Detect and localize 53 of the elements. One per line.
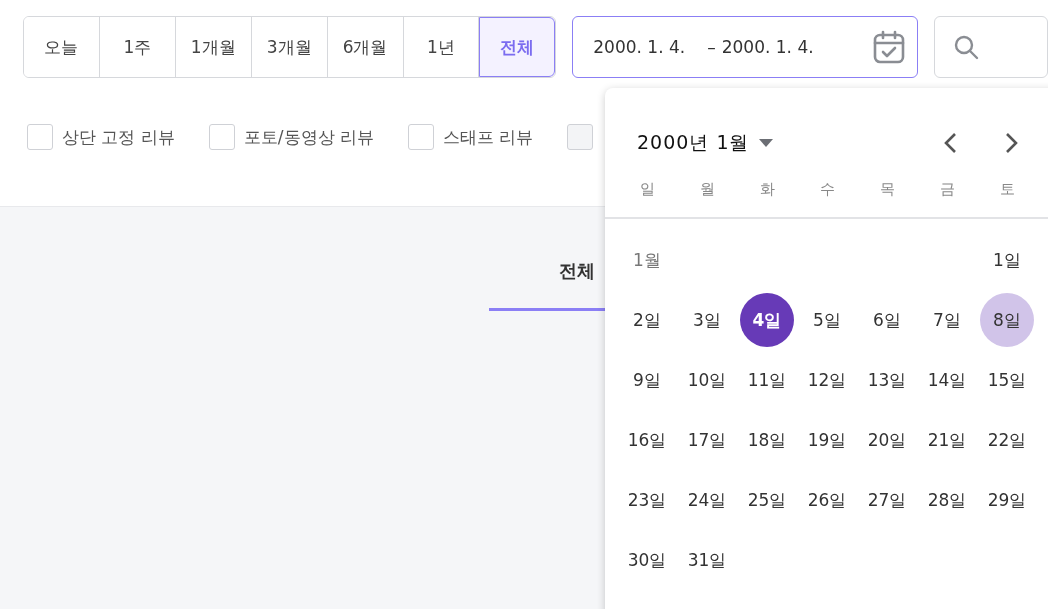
calendar-day[interactable]: 16일 [620,413,674,467]
date-range-field[interactable]: 2000. 1. 4. – 2000. 1. 4. [572,16,919,78]
weekday-label: 월 [698,179,716,200]
weekday-label: 목 [878,179,896,200]
checkbox[interactable] [208,124,235,150]
checkbox-label: 상단 고정 리뷰 [62,125,175,149]
checkbox-label: 스태프 리뷰 [442,125,534,149]
period-button[interactable]: 전체 [479,17,556,77]
calendar-day[interactable]: 27일 [860,473,914,527]
period-button[interactable]: 오늘 [24,17,100,77]
calendar-day[interactable]: 8일 [980,293,1034,347]
search-field[interactable] [934,16,1048,78]
next-month-icon[interactable] [1005,132,1020,154]
calendar-day[interactable]: 7일 [920,293,974,347]
calendar-day[interactable]: 30일 [620,533,674,587]
calendar-day[interactable]: 1일 [980,233,1034,287]
weekday-label: 토 [998,179,1016,200]
weekday-label: 화 [758,179,776,200]
calendar-day[interactable]: 13일 [860,353,914,407]
calendar-day[interactable]: 22일 [980,413,1034,467]
weekday-label: 금 [938,179,956,200]
calendar-day[interactable]: 6일 [860,293,914,347]
calendar-day[interactable]: 4일 [740,293,794,347]
calendar-day[interactable]: 10일 [680,353,734,407]
calendar-day[interactable]: 14일 [920,353,974,407]
calendar-day[interactable]: 12일 [800,353,854,407]
calendar-day[interactable]: 28일 [920,473,974,527]
calendar-day[interactable]: 17일 [680,413,734,467]
calendar-day[interactable]: 31일 [680,533,734,587]
calendar-day[interactable]: 26일 [800,473,854,527]
calendar-day[interactable]: 5일 [800,293,854,347]
calendar-day[interactable]: 3일 [680,293,734,347]
calendar-day[interactable]: 21일 [920,413,974,467]
checkbox[interactable] [27,124,53,150]
calendar-day[interactable]: 18일 [740,413,794,467]
caret-icon [759,139,774,147]
month-selector[interactable]: 2000년 1월 [637,130,774,156]
previous-month-icon[interactable] [943,132,958,154]
calendar-day[interactable]: 24일 [680,473,734,527]
weekday-label: 일 [638,179,656,200]
calendar-day[interactable]: 9일 [620,353,674,407]
calendar-day[interactable]: 11일 [740,353,794,407]
weekday-label: 수 [818,179,836,200]
calendar-day[interactable]: 15일 [980,353,1034,407]
calendar-day[interactable]: 20일 [860,413,914,467]
calendar-day[interactable]: 19일 [800,413,854,467]
checkbox-label: 포토/동영상 리뷰 [243,125,374,149]
calendar-icon[interactable] [873,30,906,64]
calendar-day[interactable]: 23일 [620,473,674,527]
search-icon [953,34,980,60]
calendar-day[interactable]: 29일 [980,473,1034,527]
checkbox[interactable] [407,124,434,150]
calendar-day[interactable]: 25일 [740,473,794,527]
